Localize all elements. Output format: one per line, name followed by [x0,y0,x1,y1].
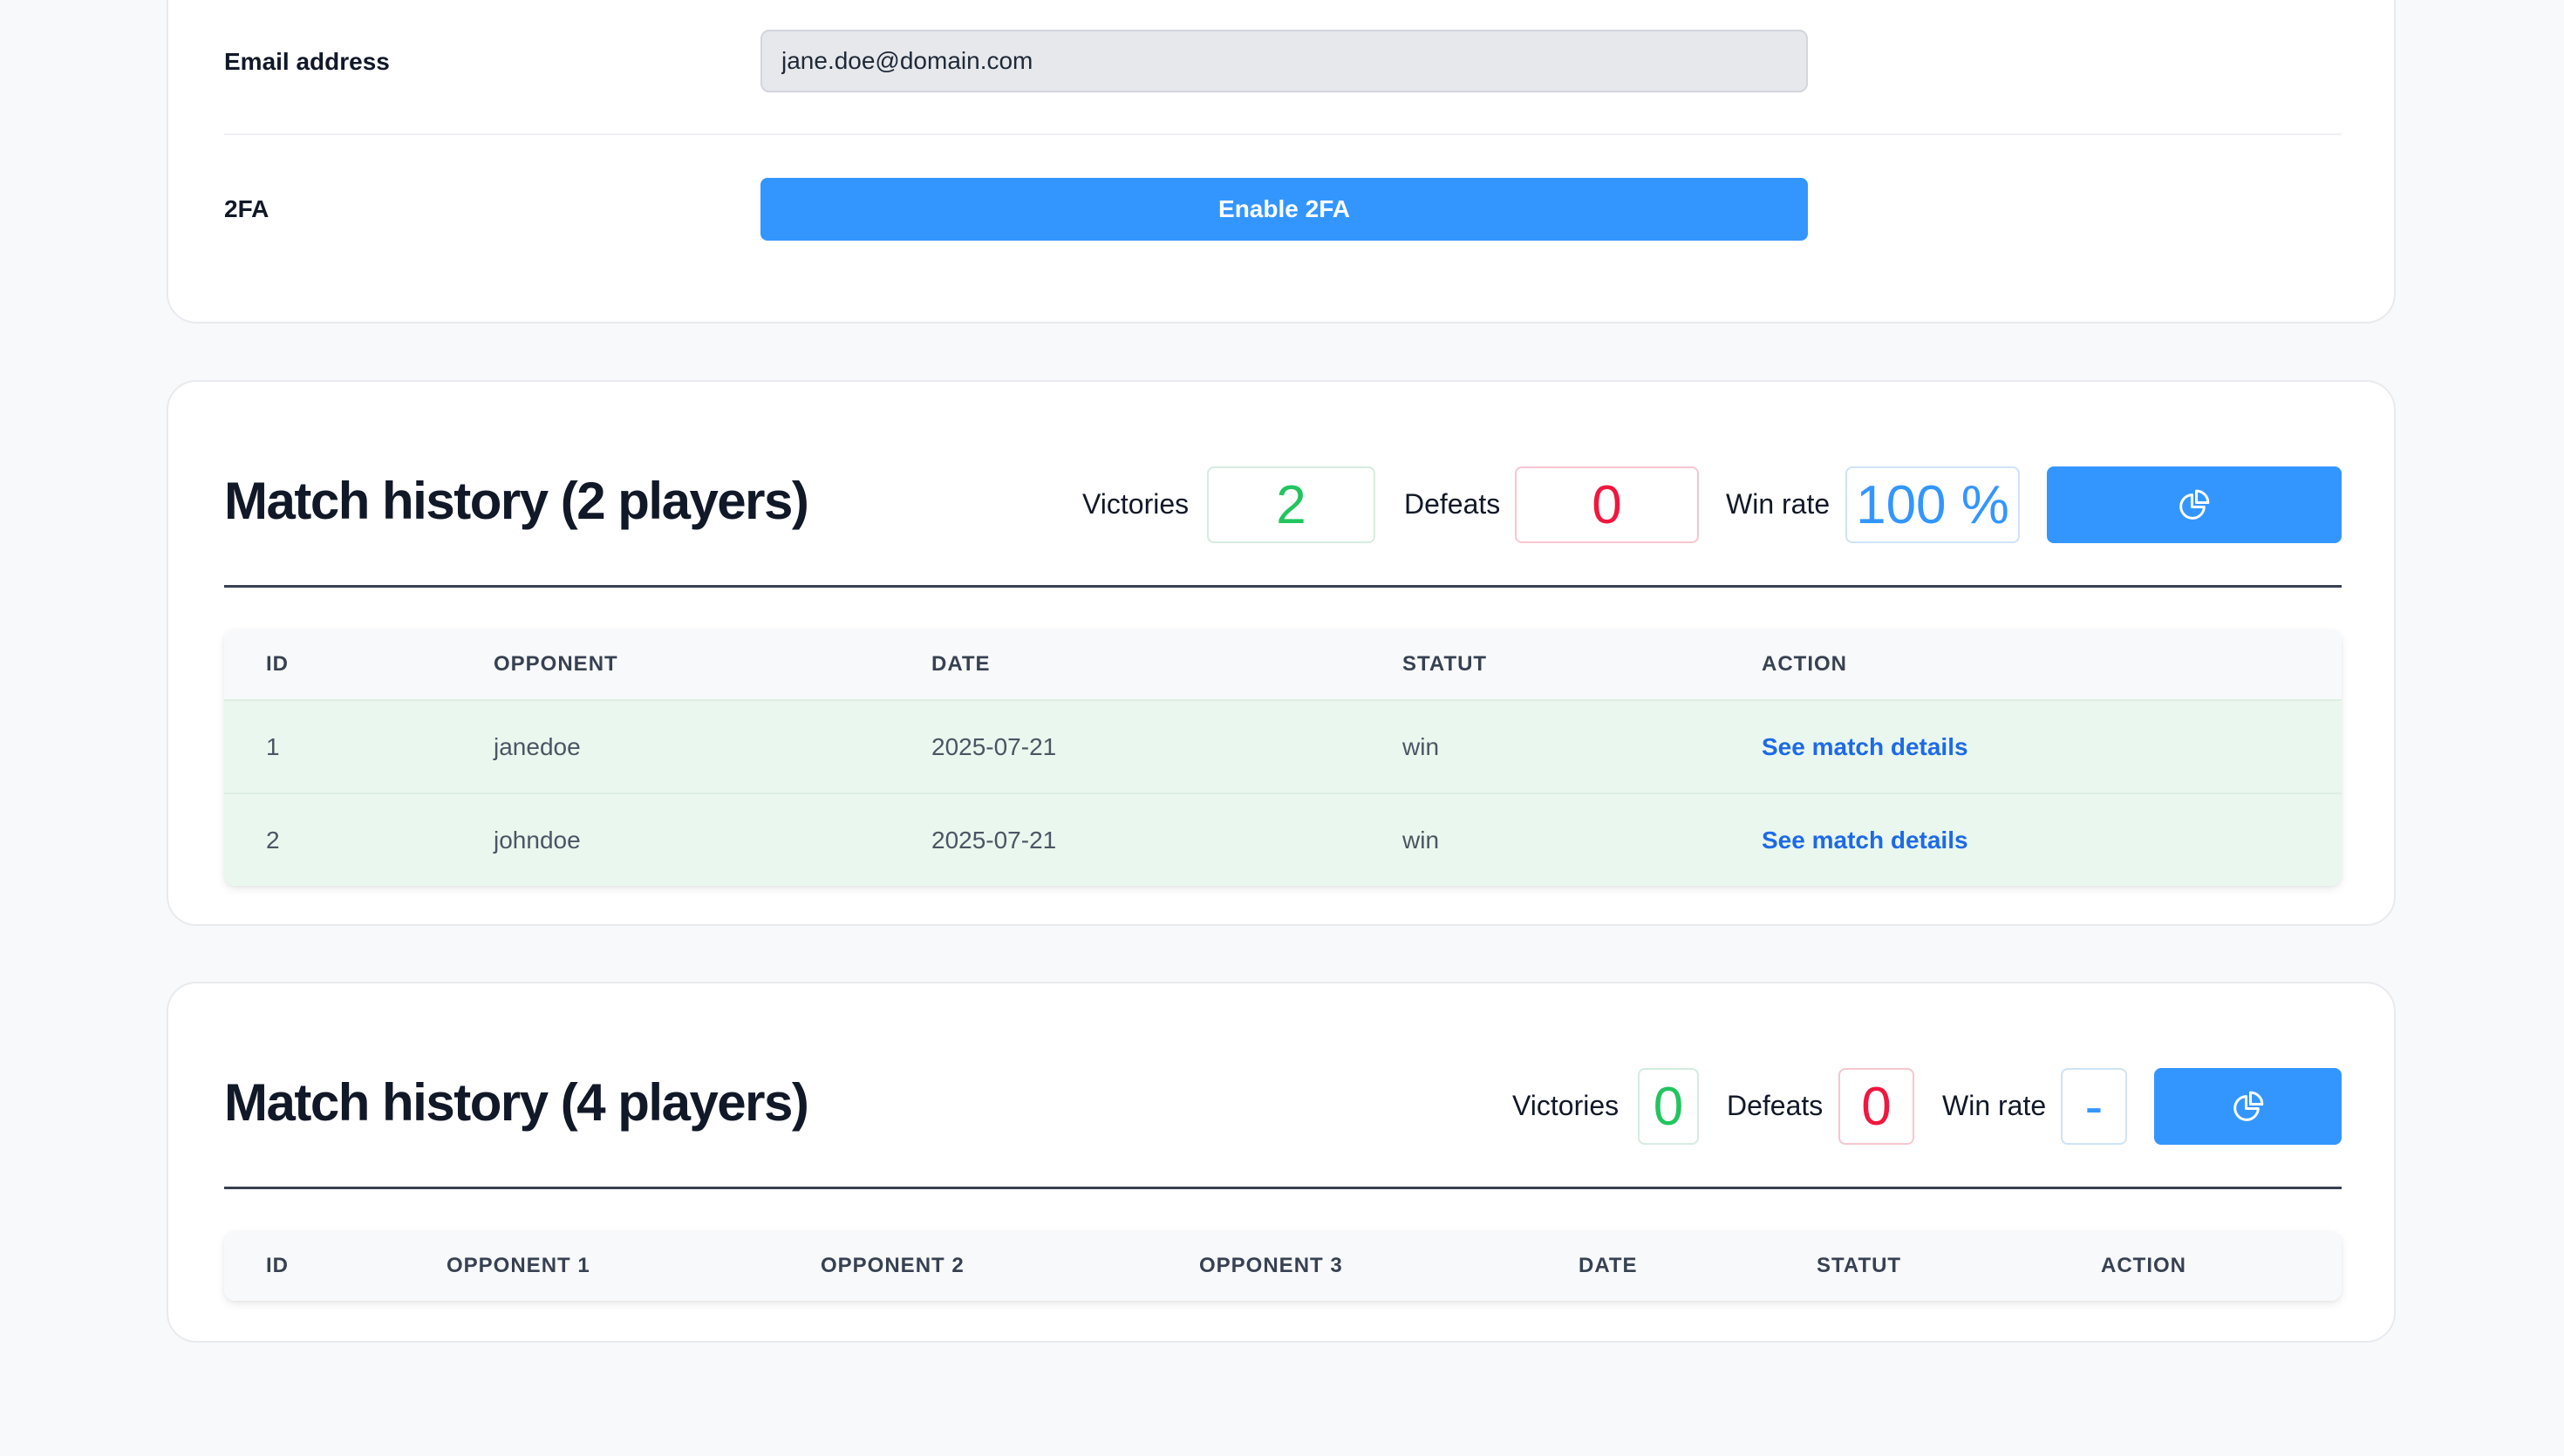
win-rate-label: Win rate [1726,488,1831,520]
defeats-count: 0 [1838,1068,1914,1145]
pie-chart-icon [2179,489,2210,520]
column-header-status: STATUT [1402,652,1488,676]
stats-chart-button[interactable] [2047,466,2342,543]
column-header-opponent-3: OPPONENT 3 [1199,1254,1343,1277]
twofa-label: 2FA [224,195,269,222]
cell-id: 1 [266,733,280,760]
see-match-details-link[interactable]: See match details [1762,794,1968,886]
match-history-4p-title: Match history (4 players) [224,1073,809,1132]
column-header-date: DATE [931,652,991,676]
match-history-4p-table: ID OPPONENT 1 OPPONENT 2 OPPONENT 3 DATE… [224,1231,2342,1301]
cell-date: 2025-07-21 [931,733,1057,760]
victories-count: 0 [1638,1068,1699,1145]
email-field[interactable] [760,30,1808,92]
cell-opponent: johndoe [494,827,581,854]
match-history-2p-title: Match history (2 players) [224,472,809,530]
cell-id: 2 [266,827,280,854]
column-header-action: ACTION [1762,652,1847,676]
table-header: ID OPPONENT 1 OPPONENT 2 OPPONENT 3 DATE… [224,1231,2342,1301]
column-header-status: STATUT [1817,1254,1902,1277]
cell-date: 2025-07-21 [931,827,1057,854]
table-header: ID OPPONENT DATE STATUT ACTION [224,629,2342,699]
section-divider [224,585,2342,588]
column-header-date: DATE [1579,1254,1638,1277]
cell-status: win [1402,733,1440,760]
win-rate-value: 100 % [1845,466,2020,543]
victories-label: Victories [1512,1090,1620,1121]
column-header-opponent-1: OPPONENT 1 [447,1254,590,1277]
email-label: Email address [224,48,390,75]
match-history-2p-table: ID OPPONENT DATE STATUT ACTION 1 janedoe… [224,629,2342,886]
table-row: 1 janedoe 2025-07-21 win See match detai… [224,699,2342,793]
table-row: 2 johndoe 2025-07-21 win See match detai… [224,793,2342,886]
win-rate-value: - [2061,1068,2127,1145]
defeats-label: Defeats [1727,1090,1824,1121]
enable-2fa-button[interactable]: Enable 2FA [760,178,1808,241]
column-header-opponent: OPPONENT [494,652,618,676]
section-divider [224,1187,2342,1189]
victories-count: 2 [1207,466,1375,543]
settings-divider [224,133,2342,135]
column-header-id: ID [266,1254,289,1277]
match-history-2p-card: Match history (2 players) Victories 2 De… [167,380,2396,926]
account-settings-card: Email address 2FA Enable 2FA [167,0,2396,323]
pie-chart-icon [2233,1091,2263,1121]
cell-opponent: janedoe [494,733,581,760]
defeats-count: 0 [1515,466,1699,543]
column-header-action: ACTION [2101,1254,2186,1277]
defeats-label: Defeats [1404,488,1501,520]
see-match-details-link[interactable]: See match details [1762,701,1968,793]
match-history-4p-card: Match history (4 players) Victories 0 De… [167,982,2396,1343]
stats-chart-button[interactable] [2154,1068,2342,1145]
cell-status: win [1402,827,1440,854]
column-header-id: ID [266,652,289,676]
victories-label: Victories [1082,488,1190,520]
column-header-opponent-2: OPPONENT 2 [821,1254,965,1277]
win-rate-label: Win rate [1942,1090,2047,1121]
